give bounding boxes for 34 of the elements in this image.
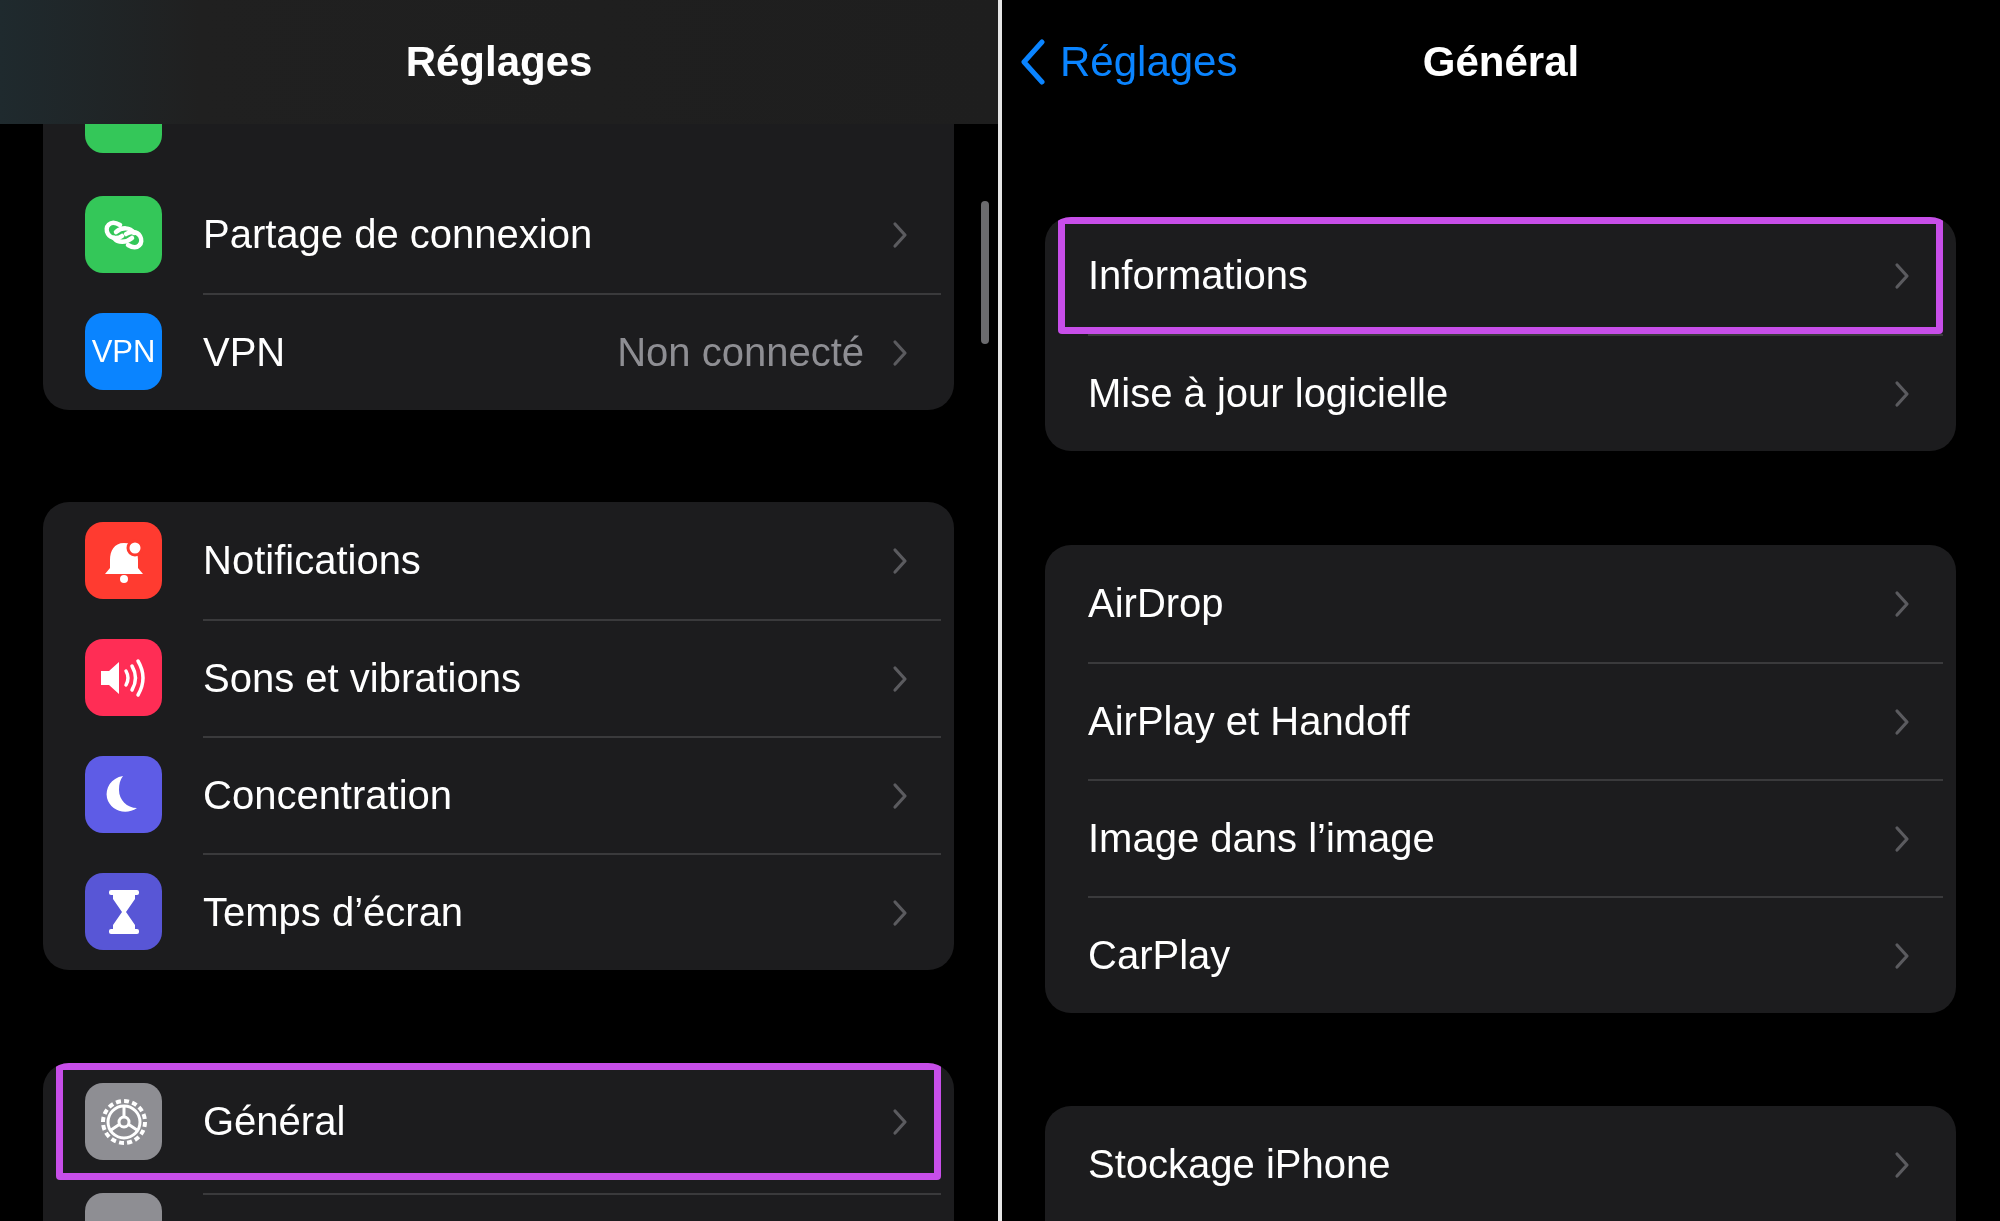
settings-row[interactable]: Concentration (56, 736, 941, 853)
chevron-icon (1894, 707, 1910, 736)
chevron-icon (1894, 941, 1910, 970)
chevron-icon (1894, 379, 1910, 408)
settings-row[interactable]: VPN VPN Non connecté (56, 293, 941, 410)
chevron-icon (892, 664, 908, 693)
settings-row[interactable]: AirDrop (1058, 545, 1943, 662)
settings-row[interactable]: Sons et vibrations (56, 619, 941, 736)
back-chevron-icon (1020, 39, 1046, 85)
settings-row[interactable]: Image dans l’image (1058, 779, 1943, 896)
chevron-icon (892, 781, 908, 810)
chevron-icon (1894, 589, 1910, 618)
chevron-icon (892, 546, 908, 575)
chevron-icon (892, 898, 908, 927)
settings-row[interactable]: AirPlay et Handoff (1058, 662, 1943, 779)
chevron-icon (1894, 824, 1910, 853)
page-title: Réglages (405, 38, 593, 86)
chevron-icon (1894, 1150, 1910, 1179)
back-button[interactable]: Réglages (1020, 38, 1238, 86)
settings-row[interactable]: Temps d’écran (56, 853, 941, 970)
chevron-icon (892, 220, 908, 249)
vpn-icon: VPN (85, 313, 162, 390)
settings-row[interactable]: Informations (1058, 217, 1943, 334)
chevron-icon (1894, 261, 1910, 290)
status-value: Non connecté (617, 330, 864, 375)
settings-row[interactable]: Notifications (56, 502, 941, 619)
settings-row[interactable]: Général (56, 1063, 941, 1180)
settings-row[interactable]: Mise à jour logicielle (1058, 334, 1943, 451)
settings-row[interactable]: CarPlay (1058, 896, 1943, 1013)
chevron-icon (892, 1107, 908, 1136)
settings-row[interactable]: Stockage iPhone (1058, 1106, 1943, 1221)
settings-row[interactable]: Partage de connexion (56, 176, 941, 293)
page-title: Général (1422, 38, 1580, 86)
chevron-icon (892, 338, 908, 367)
